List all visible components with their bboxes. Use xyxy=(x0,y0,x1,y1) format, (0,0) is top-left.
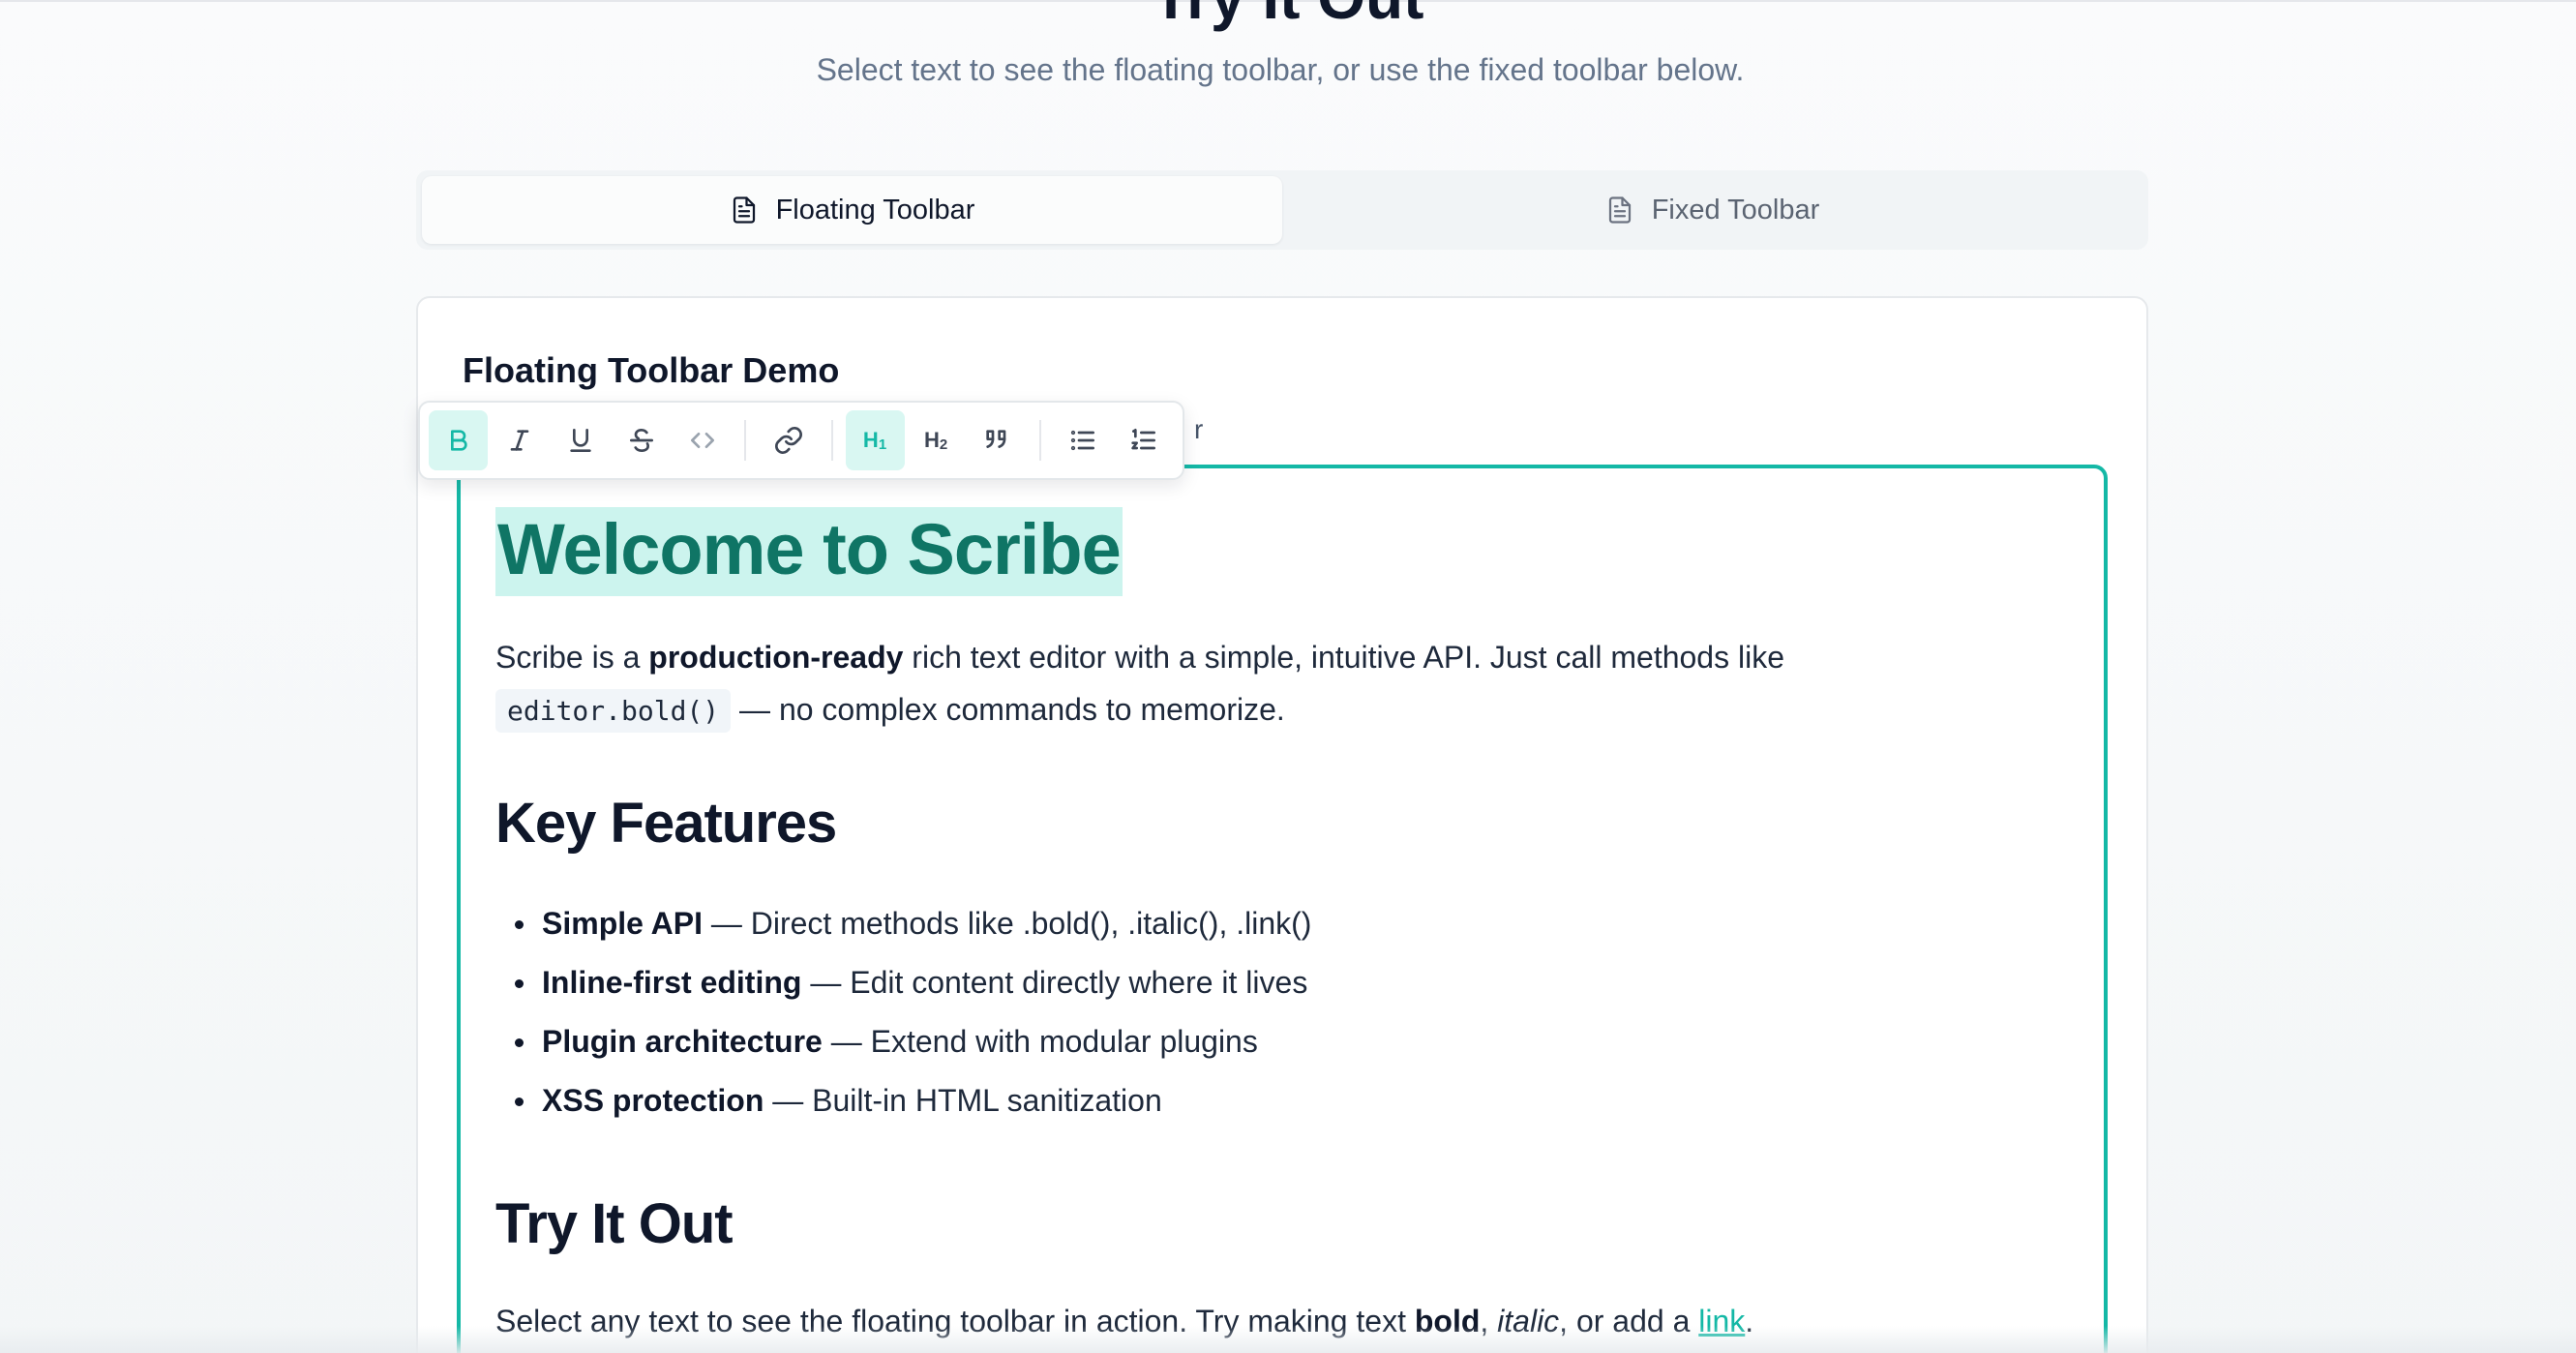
heading1-button[interactable]: H1 xyxy=(845,410,905,470)
code-icon xyxy=(690,433,714,448)
feature-desc: — Direct methods like .bold(), .italic()… xyxy=(702,906,1312,941)
ordered-list-icon xyxy=(1131,429,1156,450)
underline-button[interactable] xyxy=(551,410,610,470)
features-list: Simple API — Direct methods like .bold()… xyxy=(495,894,2069,1130)
document-icon xyxy=(733,196,755,224)
italic-button[interactable] xyxy=(490,410,549,470)
list-item[interactable]: Plugin architecture — Extend with modula… xyxy=(495,1012,2069,1071)
bullet-list-button[interactable] xyxy=(1054,410,1113,470)
toolbar-divider xyxy=(830,420,833,461)
underline-icon xyxy=(570,429,591,452)
inline-code: editor.bold() xyxy=(495,689,732,733)
toolbar-divider xyxy=(744,420,747,461)
feature-desc: — Edit content directly where it lives xyxy=(801,965,1308,1000)
strikethrough-button[interactable] xyxy=(612,410,671,470)
intro-bold: production-ready xyxy=(648,640,904,675)
intro-text: rich text editor with a simple, intuitiv… xyxy=(903,640,1784,675)
feature-desc: — Built-in HTML sanitization xyxy=(764,1083,1162,1118)
strikethrough-icon xyxy=(629,428,653,453)
tab-floating-toolbar[interactable]: Floating Toolbar xyxy=(422,176,1282,244)
editor-intro-paragraph[interactable]: Scribe is a production-ready rich text e… xyxy=(495,631,2069,737)
section-title: Try It Out xyxy=(0,0,2576,33)
feature-name: Inline-first editing xyxy=(542,965,802,1000)
document-icon xyxy=(1608,196,1631,224)
tab-label: Floating Toolbar xyxy=(775,194,975,226)
demo-description-text: r xyxy=(1194,414,1204,444)
blockquote-button[interactable] xyxy=(968,410,1027,470)
link-icon xyxy=(774,427,802,454)
heading1-sub: 1 xyxy=(878,436,887,453)
toolbar-divider xyxy=(1038,420,1041,461)
demo-title: Floating Toolbar Demo xyxy=(463,350,840,390)
link-button[interactable] xyxy=(759,410,818,470)
tab-fixed-toolbar[interactable]: Fixed Toolbar xyxy=(1282,176,2142,244)
intro-text: Scribe is a xyxy=(495,640,649,675)
quote-icon xyxy=(986,430,1006,448)
toolbar-mode-tabs: Floating Toolbar Fixed Toolbar xyxy=(416,170,2148,250)
editor-heading-try[interactable]: Try It Out xyxy=(495,1190,2069,1258)
heading1-icon: H1 xyxy=(863,428,886,453)
list-item[interactable]: Inline-first editing — Edit content dire… xyxy=(495,953,2069,1012)
bold-button[interactable] xyxy=(429,410,489,470)
heading1-label: H xyxy=(862,428,879,452)
ordered-list-button[interactable] xyxy=(1115,410,1174,470)
heading2-label: H xyxy=(924,428,940,452)
feature-name: Plugin architecture xyxy=(542,1024,823,1059)
bottom-fade xyxy=(0,1326,2576,1353)
heading2-button[interactable]: H2 xyxy=(907,410,966,470)
feature-desc: — Extend with modular plugins xyxy=(822,1024,1258,1059)
list-item[interactable]: Simple API — Direct methods like .bold()… xyxy=(495,894,2069,953)
list-item[interactable]: XSS protection — Built-in HTML sanitizat… xyxy=(495,1071,2069,1130)
heading2-sub: 2 xyxy=(939,436,948,453)
italic-icon xyxy=(510,430,528,451)
rich-text-editor[interactable]: Welcome to Scribe Scribe is a production… xyxy=(457,465,2108,1353)
bullet-list-icon xyxy=(1071,430,1095,451)
feature-name: XSS protection xyxy=(542,1083,764,1118)
editor-heading-features[interactable]: Key Features xyxy=(495,790,2069,857)
code-button[interactable] xyxy=(673,410,732,470)
heading2-icon: H2 xyxy=(924,428,947,453)
bold-icon xyxy=(450,430,467,451)
feature-name: Simple API xyxy=(542,906,703,941)
floating-toolbar: H1 H2 xyxy=(418,401,1184,480)
editor-heading-1[interactable]: Welcome to Scribe xyxy=(495,507,1123,596)
intro-text: — no complex commands to memorize. xyxy=(731,692,1285,727)
tab-label: Fixed Toolbar xyxy=(1651,194,1820,226)
section-subtitle: Select text to see the floating toolbar,… xyxy=(816,52,1745,87)
